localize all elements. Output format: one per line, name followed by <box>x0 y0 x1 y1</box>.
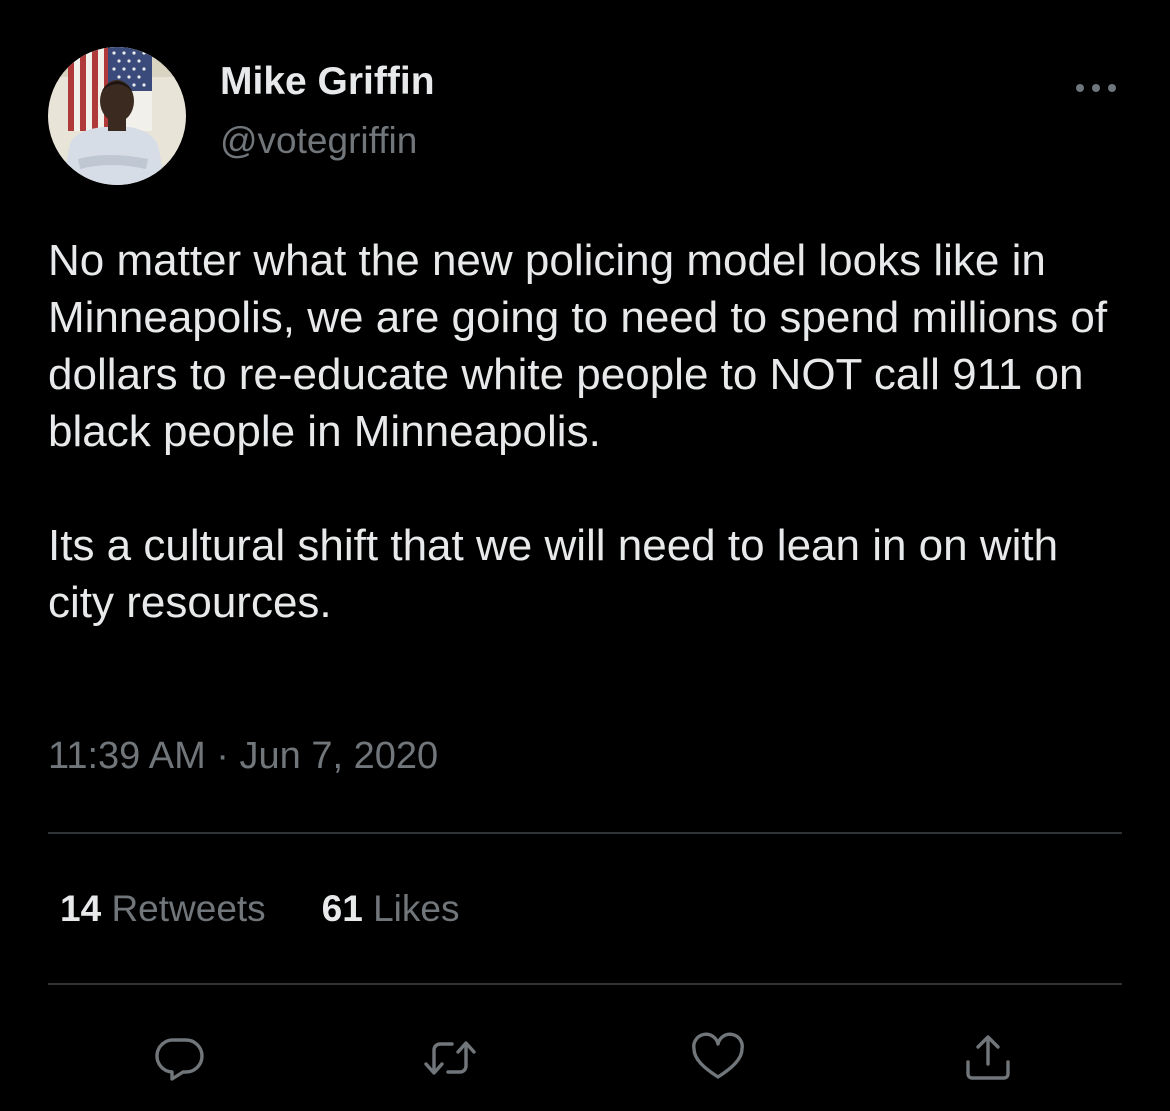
avatar-photo <box>48 47 186 185</box>
share-icon <box>966 1035 1010 1080</box>
like-button[interactable] <box>688 1028 748 1088</box>
reply-button[interactable] <box>150 1028 210 1088</box>
likes-stat[interactable]: 61 Likes <box>322 888 460 930</box>
tweet-text: No matter what the new policing model lo… <box>48 232 1128 631</box>
share-button[interactable] <box>958 1028 1018 1088</box>
timestamp[interactable]: 11:39 AM · Jun 7, 2020 <box>48 735 438 778</box>
display-name[interactable]: Mike Griffin <box>220 60 435 104</box>
retweet-button[interactable] <box>420 1028 480 1088</box>
likes-label: Likes <box>373 888 460 929</box>
retweets-count: 14 <box>60 888 102 929</box>
tweet-paragraph: Its a cultural shift that we will need t… <box>48 521 1059 627</box>
reply-icon <box>155 1038 204 1081</box>
heart-icon <box>692 1032 744 1079</box>
engagement-stats: 14 Retweets 61 Likes <box>60 888 516 930</box>
retweets-stat[interactable]: 14 Retweets <box>60 888 266 930</box>
retweet-icon <box>424 1041 476 1075</box>
avatar[interactable] <box>48 47 186 185</box>
handle[interactable]: @votegriffin <box>220 120 417 162</box>
divider <box>48 983 1122 985</box>
more-icon <box>1076 84 1116 92</box>
retweets-label: Retweets <box>111 888 266 929</box>
likes-count: 61 <box>321 888 363 929</box>
tweet-paragraph: No matter what the new policing model lo… <box>48 236 1108 456</box>
divider <box>48 832 1122 834</box>
more-options-button[interactable] <box>1068 68 1124 108</box>
